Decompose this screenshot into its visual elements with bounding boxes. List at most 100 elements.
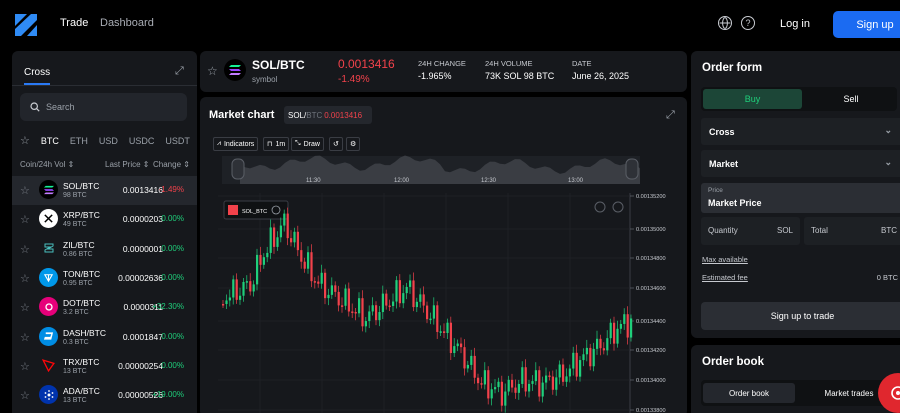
reset-button[interactable]: ↺ [329, 137, 343, 151]
candle-body [245, 281, 248, 283]
price-axis-label: 0.00134200 [636, 348, 666, 354]
pill-quote: BTC [306, 110, 323, 120]
order-book-title: Order book [702, 356, 764, 368]
candle-body [497, 381, 500, 388]
row-volume: 0.95 BTC [63, 279, 93, 287]
row-symbol: DOT/BTC [63, 298, 101, 309]
price-value: Market Price [708, 198, 762, 208]
market-row[interactable]: ☆ ZIL/BTC 0.86 BTC 0.0000001 0.00% [12, 235, 197, 264]
filter-usdc[interactable]: USDC [129, 136, 155, 146]
candle-body [364, 321, 367, 327]
help-icon[interactable]: ? [741, 16, 755, 30]
tab-order-book[interactable]: Order book [703, 383, 795, 403]
filter-eth[interactable]: ETH [70, 136, 88, 146]
candle-body [470, 355, 473, 365]
row-symbol: SOL/BTC [63, 181, 100, 191]
candle-body [494, 387, 497, 390]
candle-body [262, 257, 265, 265]
draw-button[interactable]: ⤡ Draw [291, 137, 324, 151]
sell-tab[interactable]: Sell [805, 89, 897, 109]
candle-body [358, 298, 361, 314]
candle-body [293, 231, 296, 243]
market-chart-panel: Market chart SOL/BTC 0.0013416 ⤢ ⩘ Indicat… [200, 97, 687, 413]
candle-body [409, 280, 412, 287]
candle-body [252, 284, 255, 292]
draw-label: Draw [303, 140, 320, 148]
nav-dashboard[interactable]: Dashboard [100, 17, 154, 29]
price-field[interactable]: Price Market Price [701, 183, 900, 213]
row-price: 0.0000001 [122, 243, 163, 254]
market-row[interactable]: ☆ DOT/BTC 3.2 BTC 0.0000311 +32.30% [12, 293, 197, 322]
market-row[interactable]: ☆ ADA/BTC 13 BTC 0.00000526 +19.00% [12, 381, 197, 410]
candle-body [606, 338, 609, 351]
search-input[interactable] [46, 102, 176, 112]
star-icon[interactable]: ☆ [20, 243, 30, 256]
filter-usd[interactable]: USD [99, 136, 118, 146]
chart-expand-icon[interactable]: ⤢ [666, 109, 675, 122]
candle-body [436, 305, 439, 332]
chart-symbol-pill[interactable]: SOL/BTC 0.0013416 [284, 106, 372, 124]
star-icon[interactable]: ☆ [20, 134, 30, 147]
signup-button[interactable]: Sign up [833, 11, 900, 38]
estimated-fee-label[interactable]: Estimated fee [702, 273, 748, 282]
row-volume: 3.2 BTC [63, 309, 89, 317]
star-icon[interactable]: ☆ [20, 272, 30, 285]
star-icon[interactable]: ☆ [20, 331, 30, 344]
total-field[interactable]: Total BTC [804, 217, 900, 245]
star-icon[interactable]: ☆ [20, 360, 30, 373]
candle-body [429, 318, 432, 321]
star-icon[interactable]: ☆ [20, 184, 30, 197]
signup-to-trade-button[interactable]: Sign up to trade [701, 302, 900, 330]
row-symbol: ADA/BTC [63, 386, 100, 397]
candle-body [422, 294, 425, 306]
price-label: Price [708, 187, 723, 194]
nav-trade[interactable]: Trade [60, 17, 88, 29]
candle-body [500, 381, 503, 406]
star-icon[interactable]: ☆ [20, 213, 30, 226]
candle-body [395, 280, 398, 302]
margin-mode-select[interactable]: Cross ⌄ [701, 118, 900, 145]
price-axis-label: 0.00135200 [636, 194, 666, 200]
market-row[interactable]: ☆ TON/BTC 0.95 BTC 0.00002636 0.00% [12, 264, 197, 293]
market-row[interactable]: ☆ TRX/BTC 13 BTC 0.00000254 0.00% [12, 352, 197, 381]
interval-button[interactable]: ⊓ 1m [263, 137, 290, 151]
market-row[interactable]: ☆ DASH/BTC 0.3 BTC 0.0001847 0.00% [12, 323, 197, 352]
order-form-title: Order form [702, 62, 763, 74]
max-available[interactable]: Max available [702, 255, 748, 264]
candle-body [477, 377, 480, 384]
quantity-label: Quantity [708, 226, 738, 235]
expand-icon[interactable]: ⤢ [175, 65, 184, 78]
ticker-price: 0.0013416 [338, 57, 395, 71]
total-label: Total [811, 226, 828, 235]
header-price[interactable]: Last Price ⇕ [105, 160, 150, 169]
change-label: 24H CHANGE [418, 59, 466, 68]
candle-body [249, 281, 252, 292]
candle-body [575, 352, 578, 377]
chart-download-icon [594, 201, 606, 213]
tab-cross[interactable]: Cross [24, 67, 50, 78]
candle-body [398, 280, 401, 304]
candle-body [616, 328, 619, 344]
filter-usdt[interactable]: USDT [165, 136, 190, 146]
candle-body [538, 370, 541, 397]
candle-body [531, 381, 534, 384]
candle-body [378, 312, 381, 321]
star-icon[interactable]: ☆ [20, 389, 30, 402]
favorite-star-icon[interactable]: ☆ [207, 64, 218, 78]
quantity-field[interactable]: Quantity SOL [701, 217, 800, 245]
indicators-button[interactable]: ⩘ Indicators [213, 137, 259, 151]
order-type-select[interactable]: Market ⌄ [701, 150, 900, 177]
reset-icon: ↺ [333, 141, 339, 148]
buy-tab[interactable]: Buy [703, 89, 802, 109]
globe-icon[interactable] [718, 16, 732, 30]
filter-btc[interactable]: BTC [41, 136, 59, 146]
market-row[interactable]: ☆ XRP/BTC 49 BTC 0.0000203 0.00% [12, 205, 197, 234]
login-button[interactable]: Log in [764, 11, 826, 37]
chart-settings-button[interactable]: ⚙ [346, 137, 361, 151]
header-coin[interactable]: Coin/24h Vol ⇕ [20, 160, 74, 169]
header-change[interactable]: Change ⇕ [153, 160, 190, 169]
star-icon[interactable]: ☆ [20, 301, 30, 314]
candlestick-chart[interactable]: 11:30 12:00 12:30 13:00 0.00135200 0.00135000… [200, 153, 687, 413]
market-row[interactable]: ☆ SOL/BTC 98 BTC 0.0013416 -1.49% [12, 176, 197, 205]
brand-logo[interactable] [13, 11, 39, 39]
